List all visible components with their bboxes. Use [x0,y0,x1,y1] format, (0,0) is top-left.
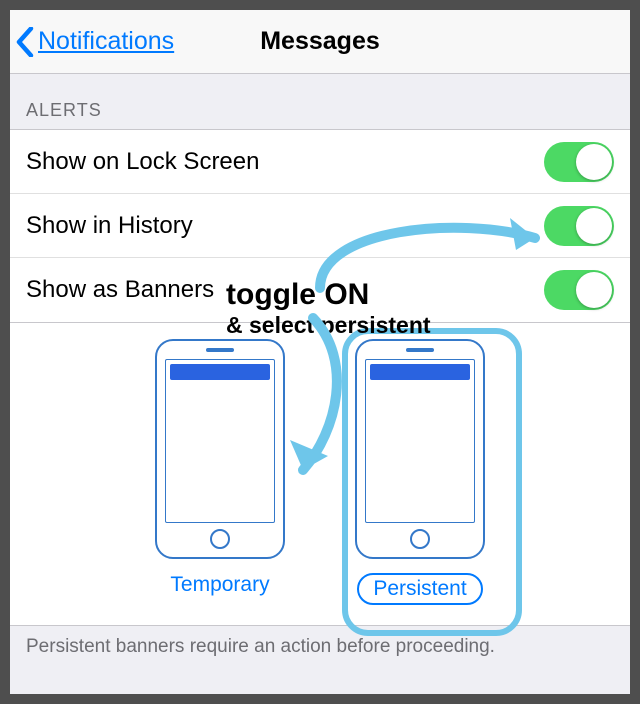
phone-illustration-icon [355,339,485,559]
row-lock-screen: Show on Lock Screen [10,130,630,194]
banner-style-temporary[interactable]: Temporary [155,339,285,605]
banner-style-persistent[interactable]: Persistent [355,339,485,605]
toggle-knob [576,272,612,308]
option-label: Persistent [357,573,482,605]
navigation-bar: Notifications Messages [10,10,630,74]
section-header-alerts: ALERTS [10,74,630,129]
phone-illustration-icon [155,339,285,559]
alerts-group: Show on Lock Screen Show in History Show… [10,129,630,323]
toggle-knob [576,208,612,244]
row-label: Show as Banners [26,276,214,304]
row-banners: Show as Banners [10,258,630,322]
option-label: Temporary [170,573,269,597]
row-label: Show in History [26,212,193,240]
toggle-banners[interactable] [544,270,614,310]
toggle-history[interactable] [544,206,614,246]
toggle-knob [576,144,612,180]
banner-style-panel: Temporary Persistent [10,323,630,626]
row-history: Show in History [10,194,630,258]
settings-screen: Notifications Messages ALERTS Show on Lo… [10,10,630,694]
back-label: Notifications [38,27,174,56]
toggle-lock-screen[interactable] [544,142,614,182]
footer-hint: Persistent banners require an action bef… [10,626,630,668]
chevron-left-icon [16,27,34,57]
back-button[interactable]: Notifications [10,27,174,57]
row-label: Show on Lock Screen [26,148,259,176]
